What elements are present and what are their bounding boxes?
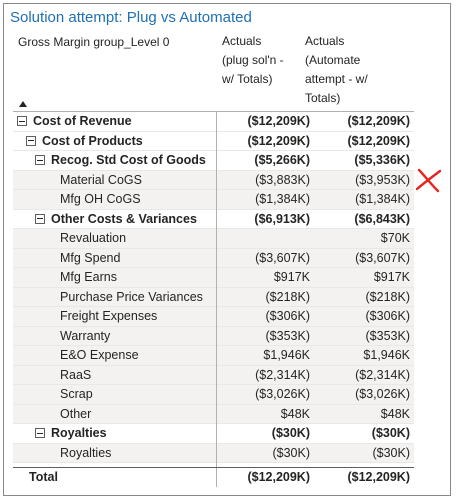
cell-value-plug: $48K: [280, 406, 310, 421]
cell-value-plug: ($12,209K): [247, 114, 310, 128]
cell-value-automated: ($353K): [365, 328, 410, 343]
column-header-line: (Automate: [305, 53, 361, 67]
matrix-leaf-row: Scrap ($3,026K) ($3,026K): [13, 385, 414, 405]
collapse-toggle-icon[interactable]: [17, 116, 27, 126]
collapse-toggle-icon[interactable]: [26, 135, 36, 146]
cell-value-automated: ($30K): [372, 445, 410, 460]
matrix-leaf-row: Warranty ($353K) ($353K): [13, 326, 414, 346]
cell-value-plug: ($2,314K): [255, 367, 310, 382]
collapse-toggle-icon[interactable]: [35, 213, 45, 224]
column-header-plug[interactable]: Actuals (plug sol'n - w/ Totals): [222, 32, 302, 89]
cell-value-automated: ($6,843K): [354, 211, 410, 226]
matrix-group-row: Other Costs & Variances ($6,913K) ($6,843K…: [13, 210, 414, 229]
matrix-leaf-row: E&O Expense $1,946K $1,946K: [13, 346, 414, 366]
column-header-line: attempt - w/: [305, 72, 368, 86]
cell-value-automated: ($218K): [365, 289, 410, 304]
cell-value-automated: $70K: [380, 231, 410, 245]
row-label: Revaluation: [60, 231, 127, 245]
matrix-group-row: Cost of Revenue ($12,209K) ($12,209K): [13, 112, 414, 132]
row-label: Scrap: [60, 387, 93, 401]
row-label: Material CoGS: [60, 172, 142, 187]
cell-value-plug: $1,946K: [263, 348, 310, 362]
matrix-leaf-row: Other $48K $48K: [13, 404, 414, 424]
row-label: Cost of Revenue: [33, 114, 132, 128]
row-label: Recog. Std Cost of Goods: [51, 153, 206, 167]
cell-value-plug: ($353K): [265, 328, 310, 343]
matrix-leaf-row: Purchase Price Variances ($218K) ($218K): [13, 287, 414, 307]
sort-ascending-icon[interactable]: [19, 101, 27, 107]
row-label: Freight Expenses: [60, 309, 158, 323]
cell-value-plug: ($30K): [272, 445, 310, 460]
cell-value-automated: ($5,336K): [354, 153, 410, 167]
row-label: Mfg OH CoGS: [60, 192, 141, 206]
cell-value-automated: ($3,953K): [355, 172, 410, 187]
red-x-mark-icon: [415, 168, 442, 193]
matrix-leaf-row: Royalties ($30K) ($30K): [13, 443, 414, 463]
cell-value-plug: ($6,913K): [254, 211, 310, 226]
collapse-toggle-icon[interactable]: [35, 155, 45, 165]
total-row: Total ($12,209K) ($12,209K): [13, 468, 414, 488]
cell-value-automated: $1,946K: [363, 348, 410, 362]
column-header-line: w/ Totals): [222, 72, 273, 86]
matrix-leaf-row: Mfg Spend ($3,607K) ($3,607K): [13, 248, 414, 268]
matrix-leaf-row: Mfg Earns $917K $917K: [13, 268, 414, 288]
cell-value-plug: ($12,209K): [247, 133, 310, 148]
row-label: RaaS: [60, 367, 92, 382]
visual-title: Solution attempt: Plug vs Automated: [10, 9, 252, 26]
matrix-leaf-row: Revaluation $70K: [13, 229, 414, 249]
cell-value-plug: ($3,026K): [255, 387, 310, 401]
cell-value-plug: ($1,384K): [255, 192, 310, 206]
cell-value-automated: $48K: [380, 406, 410, 421]
row-label: E&O Expense: [60, 348, 139, 362]
cell-value-automated: ($2,314K): [355, 367, 410, 382]
cell-value-automated: ($1,384K): [355, 192, 410, 206]
total-label: Total: [29, 470, 58, 484]
cell-value-plug: ($3,883K): [255, 172, 310, 187]
matrix-visual: Solution attempt: Plug vs Automated Gros…: [3, 3, 451, 496]
matrix-group-row: Cost of Products ($12,209K) ($12,209K): [13, 132, 414, 151]
column-header-line: Actuals: [305, 34, 345, 48]
row-label: Royalties: [51, 426, 107, 440]
matrix-group-row: Recog. Std Cost of Goods ($5,266K) ($5,336…: [13, 151, 414, 171]
cell-value-automated: ($3,026K): [355, 387, 410, 401]
cell-value-automated: ($12,209K): [347, 133, 410, 148]
column-header-automated[interactable]: Actuals (Automate attempt - w/ Totals): [305, 32, 405, 108]
row-label: Mfg Spend: [60, 250, 121, 265]
matrix-leaf-row: RaaS ($2,314K) ($2,314K): [13, 365, 414, 385]
column-header-line: Actuals: [222, 34, 262, 48]
cell-value-automated: ($12,209K): [347, 114, 410, 128]
cell-value-plug: ($5,266K): [254, 153, 310, 167]
matrix-leaf-row: Material CoGS ($3,883K) ($3,953K): [13, 170, 414, 190]
cell-value-plug: ($30K): [271, 426, 310, 440]
cell-value-plug: ($306K): [265, 309, 310, 323]
column-header-group[interactable]: Gross Margin group_Level 0: [18, 33, 169, 52]
row-label: Other Costs & Variances: [51, 211, 197, 226]
cell-value-plug: ($218K): [265, 289, 310, 304]
total-value-plug: ($12,209K): [247, 470, 310, 484]
row-label: Mfg Earns: [60, 270, 117, 284]
column-divider: [216, 111, 217, 487]
row-label: Cost of Products: [42, 133, 143, 148]
cell-value-automated: $917K: [373, 270, 410, 284]
collapse-toggle-icon[interactable]: [35, 428, 45, 438]
matrix-leaf-row: Freight Expenses ($306K) ($306K): [13, 307, 414, 327]
row-label: Other: [60, 406, 92, 421]
column-header-line: Totals): [305, 91, 341, 105]
column-header-line: (plug sol'n -: [222, 53, 284, 67]
row-label: Royalties: [60, 445, 112, 460]
cell-value-plug: $917K: [273, 270, 310, 284]
total-value-automated: ($12,209K): [347, 470, 410, 484]
cell-value-automated: ($3,607K): [355, 250, 410, 265]
row-label: Purchase Price Variances: [60, 289, 203, 304]
matrix-group-row: Royalties ($30K) ($30K): [13, 424, 414, 444]
cell-value-automated: ($306K): [365, 309, 410, 323]
row-label: Warranty: [60, 328, 111, 343]
cell-value-automated: ($30K): [371, 426, 410, 440]
matrix-leaf-row: Mfg OH CoGS ($1,384K) ($1,384K): [13, 190, 414, 210]
cell-value-plug: ($3,607K): [255, 250, 310, 265]
